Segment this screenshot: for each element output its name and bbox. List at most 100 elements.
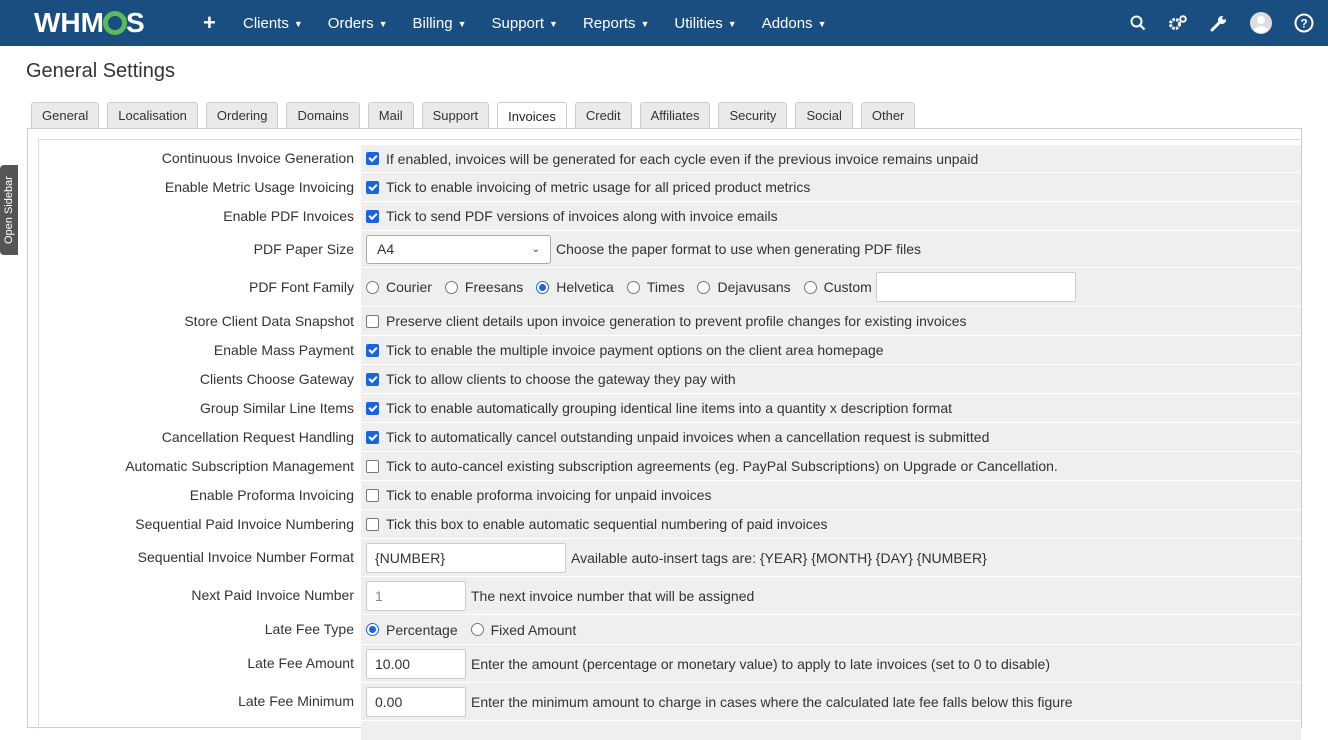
- setting-description: Tick to enable the multiple invoice paym…: [386, 342, 884, 358]
- tab-support[interactable]: Support: [421, 102, 490, 128]
- tab-other[interactable]: Other: [860, 102, 916, 128]
- metric-usage-checkbox[interactable]: [366, 180, 379, 194]
- row-pdf-paper-size: PDF Paper Size A4 ⌄ Choose the paper form…: [39, 230, 1301, 267]
- top-navbar: WHM S + Clients ▼ Orders ▼ Billing ▼ Support…: [0, 0, 1328, 46]
- menu-utilities[interactable]: Utilities ▼: [674, 15, 736, 32]
- paper-size-select[interactable]: A4 ⌄: [366, 234, 551, 264]
- row-mass-payment: Enable Mass Payment Tick to enable the m…: [39, 335, 1301, 364]
- row-pdf-invoices: Enable PDF Invoices Tick to send PDF ver…: [39, 201, 1301, 230]
- tab-affiliates[interactable]: Affiliates: [639, 102, 711, 128]
- setting-description: Available auto-insert tags are: {YEAR} {…: [571, 549, 987, 566]
- continuous-invoice-checkbox[interactable]: [366, 152, 379, 165]
- row-pdf-font-family: PDF Font Family Courier Freesans Helveti…: [39, 267, 1301, 306]
- mass-payment-checkbox[interactable]: [366, 343, 379, 357]
- caret-down-icon: ▼: [640, 18, 650, 29]
- tab-localisation[interactable]: Localisation: [107, 102, 198, 128]
- avatar-icon[interactable]: [1250, 12, 1272, 34]
- setting-label: Clients Choose Gateway: [199, 370, 354, 387]
- radio-label: Freesans: [464, 279, 524, 295]
- tab-social[interactable]: Social: [795, 102, 853, 128]
- tab-invoices[interactable]: Invoices: [497, 102, 567, 129]
- client-snapshot-checkbox[interactable]: [366, 314, 379, 328]
- setting-description: Tick to allow clients to choose the gate…: [386, 371, 736, 387]
- radio-label: Helvetica: [556, 279, 614, 295]
- setting-description: Tick this box to enable automatic sequen…: [386, 516, 828, 532]
- tab-ordering[interactable]: Ordering: [205, 102, 279, 128]
- choose-gateway-checkbox[interactable]: [366, 372, 379, 386]
- logo-text-right: S: [125, 7, 145, 38]
- setting-label: Enable Proforma Invoicing: [189, 486, 354, 503]
- setting-description: Choose the paper format to use when gene…: [556, 241, 921, 257]
- setting-label: Sequential Paid Invoice Numbering: [135, 515, 354, 532]
- navbar-right-icons: ?: [1108, 0, 1314, 46]
- setting-label: PDF Paper Size: [253, 240, 354, 257]
- row-partial: [39, 720, 1301, 740]
- radio-label: Dejavusans: [717, 279, 791, 295]
- row-sequential-numbering: Sequential Paid Invoice Numbering Tick t…: [39, 509, 1301, 538]
- font-dejavusans-radio[interactable]: [697, 280, 711, 294]
- setting-label: Enable Metric Usage Invoicing: [164, 178, 354, 195]
- menu-orders[interactable]: Orders ▼: [328, 15, 388, 32]
- setting-label: Continuous Invoice Generation: [161, 150, 354, 166]
- late-fee-percentage-radio[interactable]: [366, 623, 379, 636]
- radio-label: Courier: [386, 279, 432, 295]
- page-title: General Settings: [26, 60, 175, 82]
- late-fee-fixed-radio[interactable]: [470, 623, 484, 636]
- next-invoice-number-input[interactable]: 1: [366, 580, 466, 611]
- setting-description: Preserve client details upon invoice gen…: [386, 313, 967, 329]
- tab-general[interactable]: General: [31, 102, 100, 128]
- proforma-invoicing-checkbox[interactable]: [366, 488, 379, 502]
- search-icon[interactable]: [1130, 15, 1146, 31]
- subscription-management-checkbox[interactable]: [366, 459, 379, 473]
- radio-label: Percentage: [386, 621, 458, 638]
- setting-label: Late Fee Minimum: [238, 693, 354, 709]
- tab-credit[interactable]: Credit: [574, 102, 632, 128]
- row-subscription-management: Automatic Subscription Management Tick t…: [39, 451, 1301, 480]
- menu-addons[interactable]: Addons ▼: [762, 15, 827, 32]
- menu-support[interactable]: Support ▼: [492, 15, 558, 32]
- radio-label: Times: [646, 279, 685, 295]
- cogs-icon[interactable]: [1168, 14, 1188, 32]
- group-line-items-checkbox[interactable]: [366, 401, 379, 415]
- open-sidebar-tab[interactable]: Open Sidebar: [0, 165, 18, 255]
- help-icon[interactable]: ?: [1294, 13, 1314, 33]
- tab-mail[interactable]: Mail: [367, 102, 414, 128]
- setting-description: Tick to enable automatically grouping id…: [386, 400, 952, 416]
- tab-security[interactable]: Security: [718, 102, 788, 128]
- setting-description: Enter the minimum amount to charge in ca…: [471, 693, 1073, 710]
- radio-label: Fixed Amount: [490, 621, 577, 638]
- menu-reports[interactable]: Reports ▼: [583, 15, 649, 32]
- font-freesans-radio[interactable]: [444, 280, 458, 294]
- menu-clients[interactable]: Clients ▼: [243, 15, 303, 32]
- font-helvetica-radio[interactable]: [536, 280, 550, 294]
- setting-label: PDF Font Family: [248, 278, 354, 295]
- setting-description: Tick to enable proforma invoicing for un…: [386, 487, 712, 503]
- setting-description: Tick to automatically cancel outstanding…: [386, 429, 990, 445]
- custom-font-input[interactable]: [875, 272, 1076, 302]
- font-times-radio[interactable]: [626, 280, 640, 294]
- late-fee-minimum-input[interactable]: 0.00: [366, 686, 466, 717]
- late-fee-amount-input[interactable]: 10.00: [366, 648, 466, 679]
- caret-down-icon: ▼: [378, 18, 388, 29]
- invoice-number-format-input[interactable]: {NUMBER}: [366, 542, 566, 573]
- sequential-numbering-checkbox[interactable]: [366, 517, 379, 531]
- wrench-icon[interactable]: [1210, 14, 1228, 32]
- tab-domains[interactable]: Domains: [286, 102, 360, 128]
- font-courier-radio[interactable]: [366, 280, 379, 294]
- logo-gear-icon: [102, 11, 127, 35]
- setting-label: Enable PDF Invoices: [223, 207, 354, 224]
- setting-label: Sequential Invoice Number Format: [137, 549, 354, 565]
- cancellation-handling-checkbox[interactable]: [366, 430, 379, 444]
- menu-billing[interactable]: Billing ▼: [413, 15, 467, 32]
- pdf-invoices-checkbox[interactable]: [366, 209, 379, 223]
- row-group-line-items: Group Similar Line Items Tick to enable …: [39, 393, 1301, 422]
- row-metric-usage: Enable Metric Usage Invoicing Tick to en…: [39, 172, 1301, 201]
- settings-form: Continuous Invoice Generation If enabled…: [38, 139, 1301, 740]
- font-custom-radio[interactable]: [803, 280, 817, 294]
- setting-description: Tick to enable invoicing of metric usage…: [386, 179, 811, 195]
- setting-description: Enter the amount (percentage or monetary…: [471, 655, 1050, 672]
- whmcs-logo[interactable]: WHM S: [34, 7, 145, 38]
- setting-description: The next invoice number that will be ass…: [471, 587, 755, 604]
- plus-icon[interactable]: +: [203, 10, 216, 36]
